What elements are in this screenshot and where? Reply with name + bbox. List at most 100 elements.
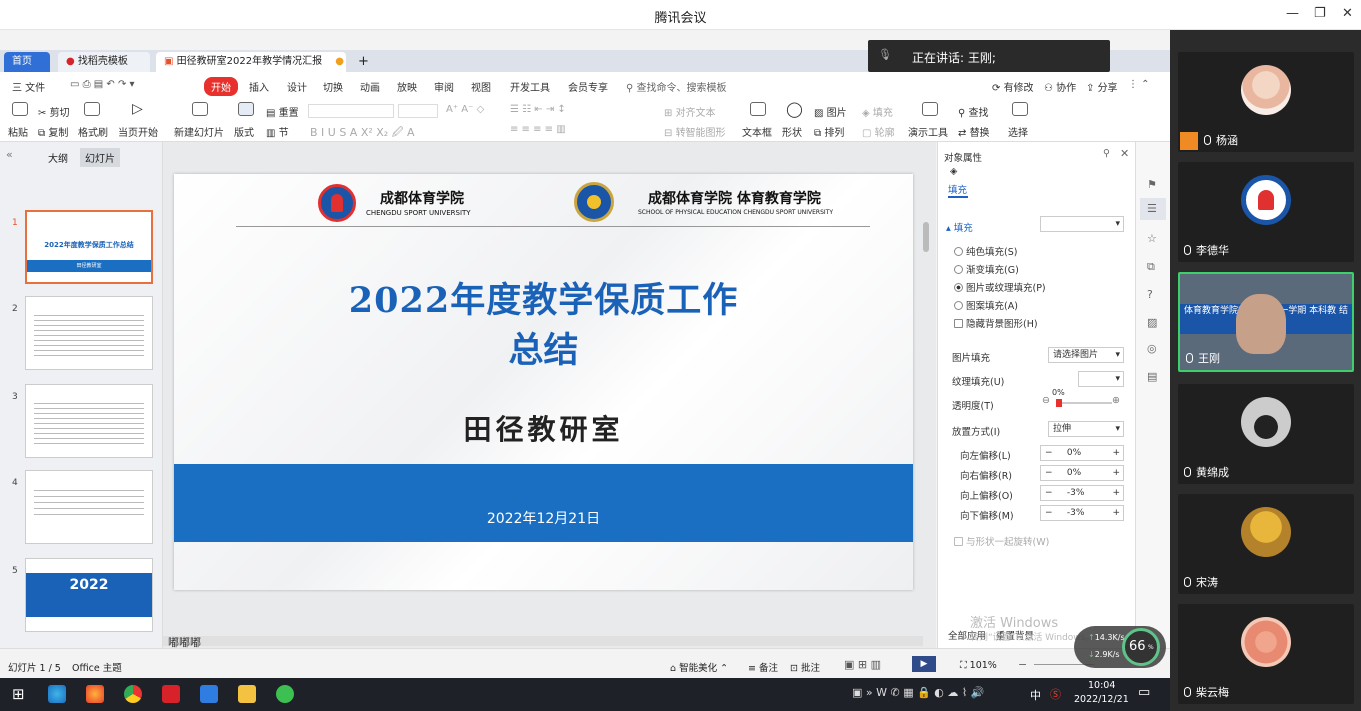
transparency-thumb[interactable] [1056, 399, 1062, 407]
command-search[interactable]: ⚲ 查找命令、搜索模板 [626, 79, 727, 94]
book-icon[interactable]: ▤ [1147, 370, 1157, 383]
comments-button[interactable]: ⊡ 批注 [790, 660, 820, 674]
fill-section-header[interactable]: ▴ 填充 [946, 220, 973, 234]
offset-right-stepper[interactable]: − 0% + [1040, 465, 1124, 481]
file-explorer-icon[interactable] [238, 685, 256, 703]
transparency-slider[interactable] [1056, 399, 1112, 407]
fill-button[interactable]: ◈ 填充 [862, 104, 893, 119]
zoom-out-icon[interactable]: − [1018, 658, 1027, 671]
slide-thumbnail-5[interactable]: 2022 [25, 558, 153, 632]
tab-current-document[interactable]: ▣ 田径教研室2022年教学情况汇报 ● [156, 52, 346, 72]
texture-fill-select[interactable]: ▾ [1078, 371, 1124, 387]
slide-date[interactable]: 2022年12月21日 [174, 508, 913, 528]
wechat-icon[interactable] [276, 685, 294, 703]
section-button[interactable]: ▥ 节 [266, 124, 289, 139]
has-changes-button[interactable]: ⟳ 有修改 [992, 79, 1034, 94]
hide-bg-checkbox[interactable]: 隐藏背景图形(H) [954, 316, 1038, 330]
shape-icon[interactable]: ◯ [786, 100, 803, 118]
menu-developer[interactable]: 开发工具 [510, 79, 550, 94]
slide-thumbnail-3[interactable] [25, 384, 153, 458]
slide-thumbnail-4[interactable] [25, 470, 153, 544]
notes-button[interactable]: ≡ 备注 [748, 660, 778, 674]
play-slideshow-button[interactable]: ▶ [912, 656, 936, 672]
align-text-button[interactable]: ⊞ 对齐文本 [664, 104, 716, 119]
offset-left-stepper[interactable]: − 0% + [1040, 445, 1124, 461]
firefox-icon[interactable] [86, 685, 104, 703]
more-icon[interactable]: ⋮ ⌃ [1128, 79, 1150, 90]
align-icons[interactable]: ≡ ≡ ≡ ≡ ▥ [510, 124, 566, 135]
option-picture-fill[interactable]: 图片或纹理填充(P) [954, 280, 1046, 294]
participant-tile[interactable]: 宋涛 [1178, 494, 1354, 594]
notification-icon[interactable]: ▭ [1138, 685, 1150, 700]
menu-slideshow[interactable]: 放映 [397, 79, 417, 94]
image-icon[interactable]: ▨ [1147, 316, 1157, 329]
font-size-select[interactable] [398, 104, 438, 118]
tab-fill[interactable]: 填充 [948, 182, 967, 196]
panel-close-icon[interactable]: ✕ [1120, 147, 1129, 160]
arrange-button[interactable]: ⧉ 排列 [814, 124, 844, 139]
menu-review[interactable]: 审阅 [434, 79, 454, 94]
replace-button[interactable]: ⇄ 替换 [958, 124, 990, 139]
convert-smartart-button[interactable]: ⊟ 转智能图形 [664, 124, 726, 139]
copy-button[interactable]: ⧉ 复制 [38, 124, 68, 139]
select-icon[interactable] [1012, 102, 1028, 116]
menu-view[interactable]: 视图 [471, 79, 491, 94]
reset-button[interactable]: ▤ 重置 [266, 104, 299, 119]
layout-button[interactable]: 版式 [234, 124, 254, 139]
tab-docer-templates[interactable]: ● 找稻壳模板 [58, 52, 150, 72]
tray-icons[interactable]: ▣ » W ✆ ▦ 🔒 ◐ ☁ ⌇ 🔊 [852, 686, 984, 699]
font-name-select[interactable] [308, 104, 394, 118]
option-gradient-fill[interactable]: 渐变填充(G) [954, 262, 1019, 276]
placement-select[interactable]: 拉伸 ▾ [1048, 421, 1124, 437]
file-menu[interactable]: 三 文件 [12, 79, 45, 94]
collapse-icon[interactable]: « [6, 148, 13, 161]
rotate-with-shape-checkbox[interactable]: 与形状一起旋转(W) [954, 534, 1049, 548]
textbox-icon[interactable] [750, 102, 766, 116]
paste-icon[interactable] [12, 102, 28, 116]
textbox-button[interactable]: 文本框 [742, 124, 772, 139]
option-pattern-fill[interactable]: 图案填充(A) [954, 298, 1018, 312]
select-button[interactable]: 选择 [1008, 124, 1028, 139]
close-icon[interactable]: ✕ [1342, 6, 1353, 21]
presentation-tools-button[interactable]: 演示工具 [908, 124, 948, 139]
font-size-adjust-icons[interactable]: A⁺ A⁻ ◇ [446, 104, 484, 115]
transition-icon[interactable]: ⚑ [1147, 178, 1157, 191]
new-tab-icon[interactable]: + [350, 52, 370, 72]
zoom-level[interactable]: ⛶ 101% [960, 660, 997, 671]
clock-time[interactable]: 10:04 [1088, 680, 1115, 691]
from-current-button[interactable]: 当页开始 [118, 124, 158, 139]
clock-date[interactable]: 2022/12/21 [1074, 694, 1129, 705]
pin-icon[interactable]: ⚲ [1103, 148, 1110, 159]
cut-button[interactable]: ✂ 剪切 [38, 104, 70, 119]
participant-tile[interactable]: 杨涵 [1178, 52, 1354, 152]
menu-animation[interactable]: 动画 [360, 79, 380, 94]
participant-tile[interactable]: 黄绵成 [1178, 384, 1354, 484]
menu-member[interactable]: 会员专享 [568, 79, 608, 94]
paste-button[interactable]: 粘贴 [8, 124, 28, 139]
collaborate-button[interactable]: ⚇ 协作 [1044, 79, 1076, 94]
help-icon[interactable]: ? [1147, 288, 1153, 301]
option-solid-fill[interactable]: 纯色填充(S) [954, 244, 1017, 258]
menu-transition[interactable]: 切换 [323, 79, 343, 94]
view-mode-icons[interactable]: ▣ ⊞ ▥ [844, 658, 881, 671]
share-button[interactable]: ⇪ 分享 [1086, 79, 1118, 94]
copy-pane-icon[interactable]: ⧉ [1147, 260, 1155, 274]
quick-access-icons[interactable]: ▭ ⎙ ▤ ↶ ↷ ▾ [70, 79, 135, 90]
tab-outline[interactable]: 大纲 [48, 150, 68, 165]
list-icons[interactable]: ☰ ☷ ⇤ ⇥ ↕ [510, 104, 566, 115]
layout-icon[interactable] [238, 102, 254, 116]
edge-icon[interactable] [48, 685, 66, 703]
play-icon[interactable]: ▷ [132, 101, 143, 117]
animation-icon[interactable]: ☆ [1147, 232, 1157, 245]
current-slide[interactable]: 成都体育学院 CHENGDU SPORT UNIVERSITY 成都体育学院 体… [174, 174, 913, 590]
menu-design[interactable]: 设计 [287, 79, 307, 94]
ime-indicator[interactable]: 中 [1030, 687, 1041, 703]
offset-bottom-stepper[interactable]: − -3% + [1040, 505, 1124, 521]
windows-start-icon[interactable]: ⊞ [12, 685, 25, 703]
participant-tile[interactable]: 柴云梅 [1178, 604, 1354, 704]
slide-title-line2[interactable]: 总结 [174, 322, 913, 373]
tencent-meeting-icon[interactable] [200, 685, 218, 703]
transparency-plus[interactable]: ⊕ [1112, 395, 1120, 406]
format-painter-button[interactable]: 格式刷 [78, 124, 108, 139]
maximize-icon[interactable]: ❐ [1314, 6, 1326, 21]
